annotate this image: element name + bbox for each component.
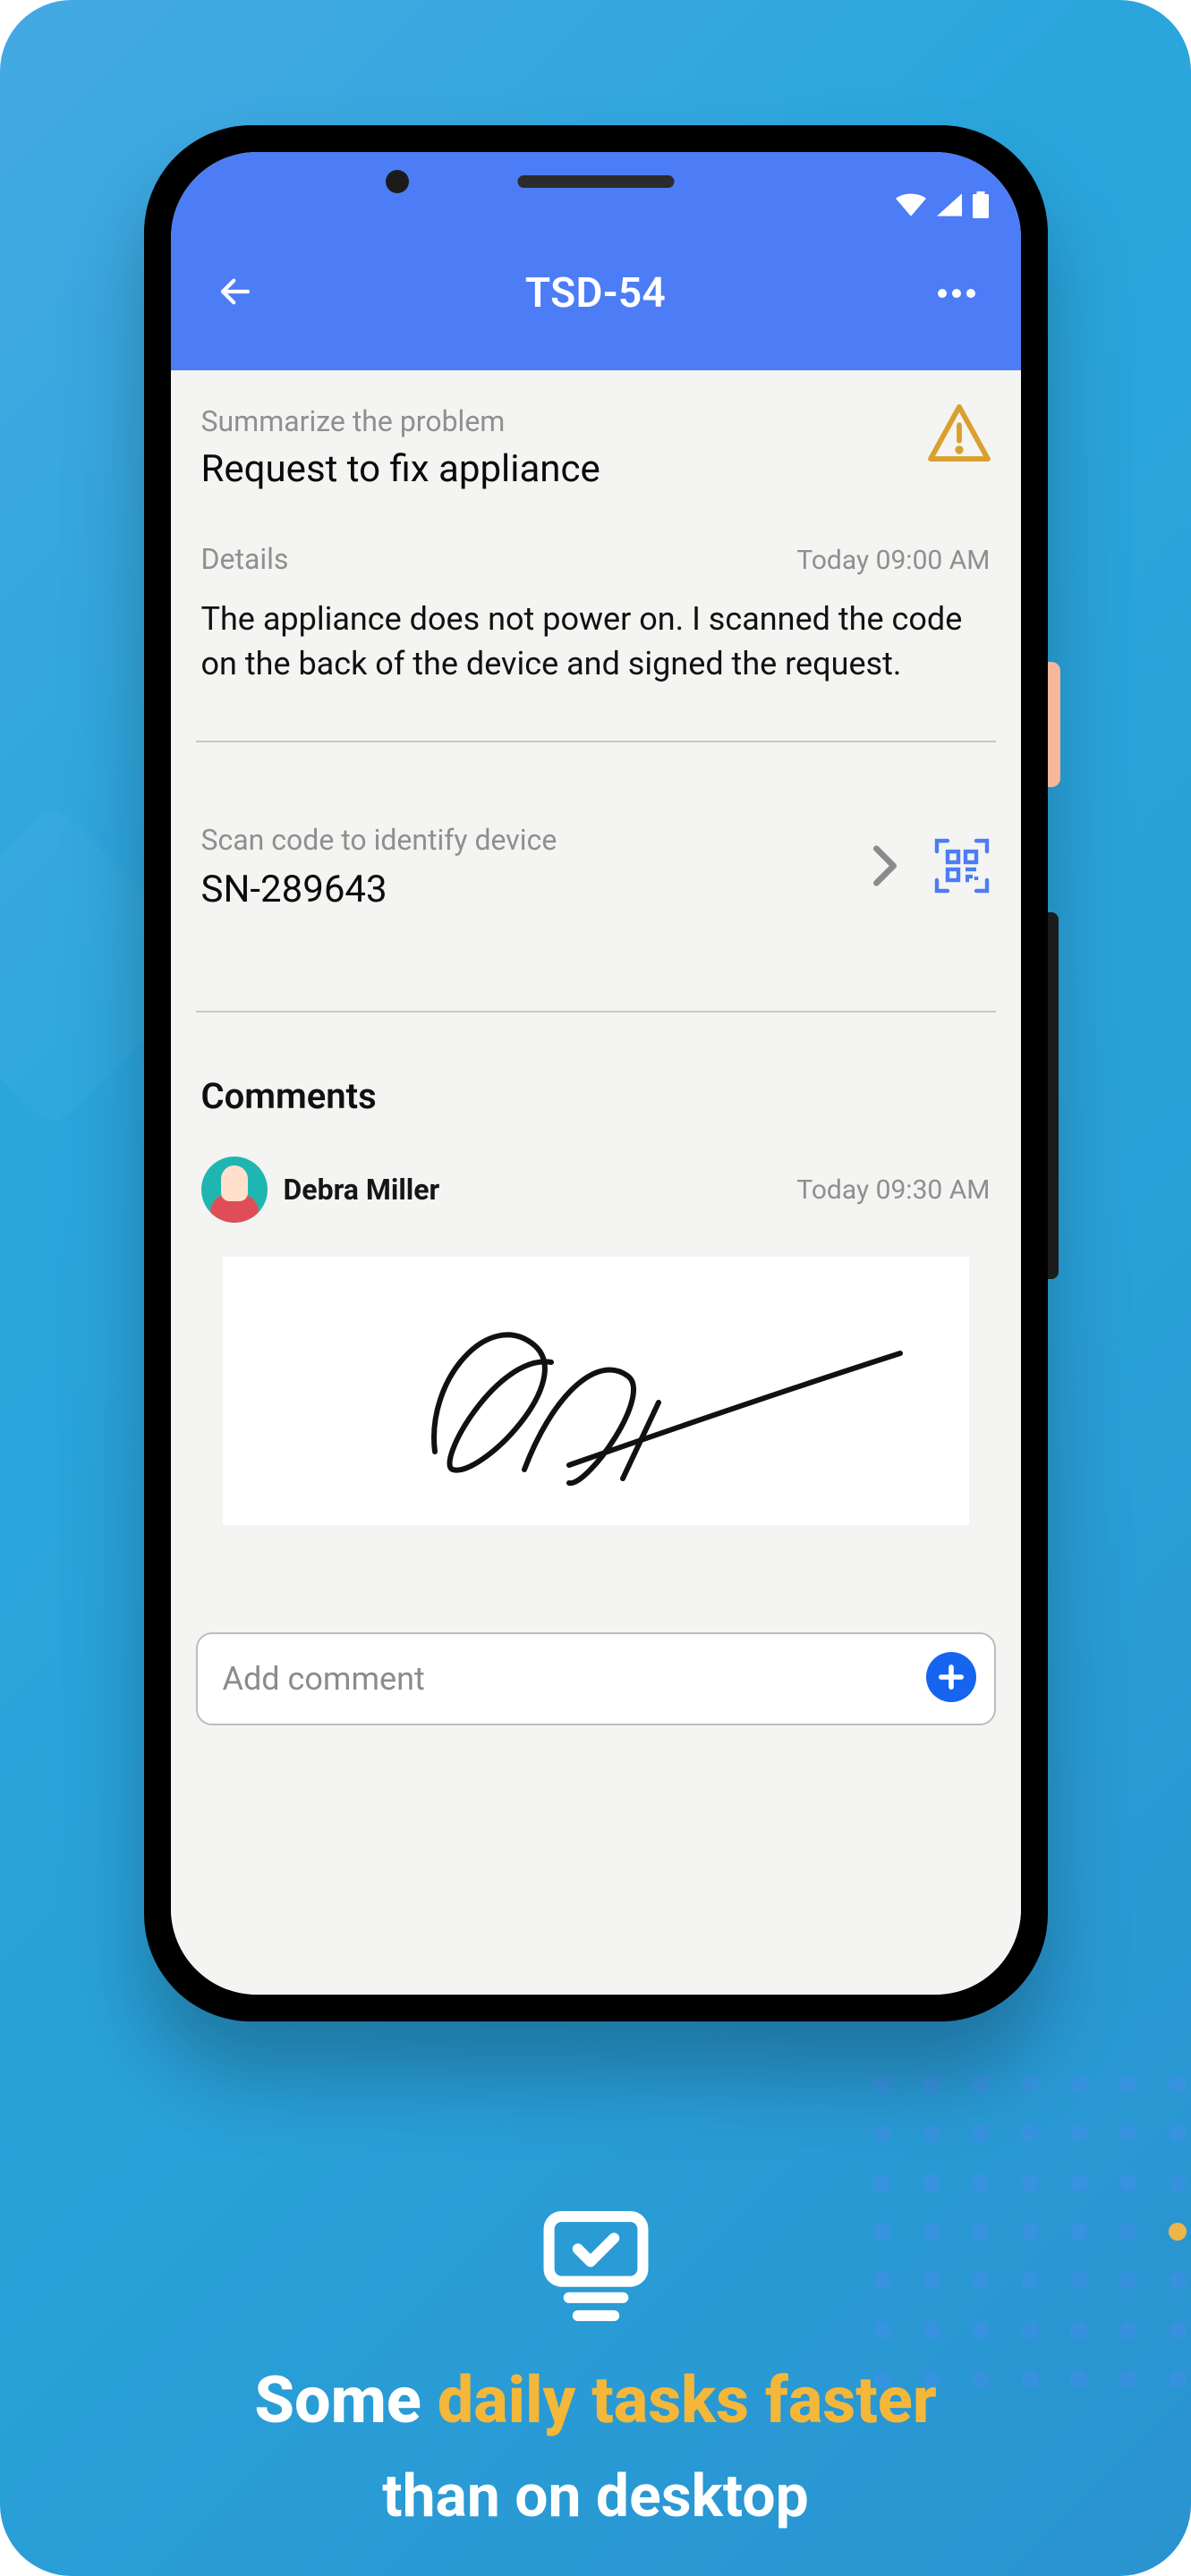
details-body: The appliance does not power on. I scann… — [196, 583, 996, 740]
details-timestamp: Today 09:00 AM — [796, 545, 990, 576]
promo-headline: Some daily tasks faster — [95, 2360, 1097, 2441]
signature-icon — [274, 1291, 918, 1491]
scan-label: Scan code to identify device — [201, 823, 557, 857]
back-button[interactable] — [208, 267, 262, 320]
comment-item: Debra Miller Today 09:30 AM — [196, 1135, 996, 1226]
commenter-name: Debra Miller — [284, 1173, 440, 1207]
chevron-right-icon — [869, 843, 901, 892]
avatar — [201, 1157, 268, 1223]
promo-card: TSD-54 Summarize the problem Request — [0, 0, 1191, 2576]
qr-scan-icon[interactable] — [933, 837, 991, 898]
plus-circle-icon[interactable] — [926, 1652, 976, 1706]
arrow-left-icon — [217, 273, 254, 314]
summary-label: Summarize the problem — [201, 404, 600, 438]
device-camera — [386, 170, 409, 193]
warning-icon — [928, 404, 991, 465]
details-row: Details Today 09:00 AM — [196, 515, 996, 583]
more-button[interactable] — [930, 267, 983, 320]
promo-line1-prefix: Some — [254, 2362, 437, 2438]
add-comment-input[interactable]: Add comment — [196, 1632, 996, 1725]
add-comment-placeholder: Add comment — [223, 1660, 425, 1698]
summary-title: Request to fix appliance — [201, 447, 600, 492]
monitor-check-icon — [538, 2209, 654, 2321]
summary-section: Summarize the problem Request to fix app… — [196, 395, 996, 515]
comments-heading: Comments — [196, 1013, 996, 1135]
cellular-icon — [937, 193, 962, 220]
content-area: Summarize the problem Request to fix app… — [171, 370, 1021, 1995]
app-screen: TSD-54 Summarize the problem Request — [171, 152, 1021, 1995]
phone-device-frame: TSD-54 Summarize the problem Request — [144, 125, 1048, 2021]
scan-section[interactable]: Scan code to identify device SN-289643 — [196, 742, 996, 1011]
wifi-icon — [896, 193, 926, 220]
scan-value: SN-289643 — [201, 868, 557, 912]
status-bar — [203, 191, 989, 222]
promo-line1-accent: daily tasks faster — [438, 2362, 937, 2438]
page-title: TSD-54 — [525, 269, 666, 318]
promo-line2: than on desktop — [95, 2462, 1097, 2531]
nav-bar: TSD-54 — [203, 261, 989, 343]
device-speaker — [517, 175, 674, 188]
promo-caption: Some daily tasks faster than on desktop — [95, 2209, 1097, 2531]
battery-icon — [973, 191, 989, 222]
details-label: Details — [201, 542, 289, 576]
comment-timestamp: Today 09:30 AM — [796, 1174, 990, 1206]
more-horizontal-icon — [937, 285, 976, 302]
signature-attachment[interactable] — [223, 1257, 969, 1525]
